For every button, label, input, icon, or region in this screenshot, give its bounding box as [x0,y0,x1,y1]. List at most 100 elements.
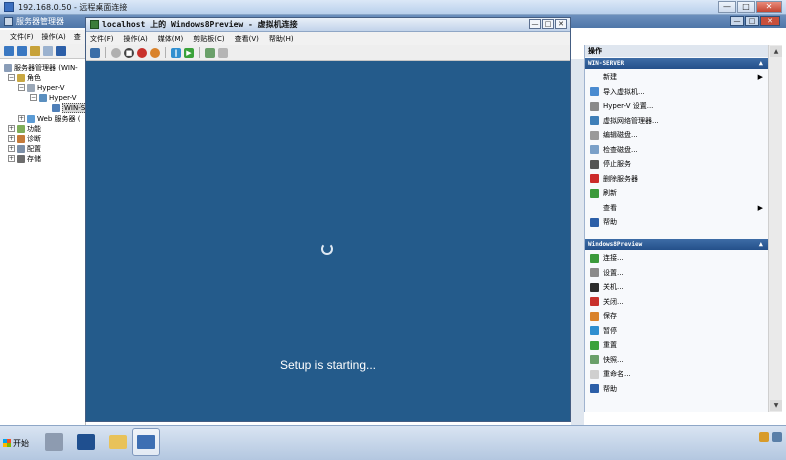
action-item[interactable]: 关闭... [585,295,769,309]
action-item[interactable]: 设置... [585,266,769,280]
expand-icon[interactable]: + [8,145,15,152]
action-item[interactable]: 重命名... [585,367,769,381]
sm-menu-action[interactable]: 操作(A) [42,32,66,42]
expand-icon[interactable]: + [8,155,15,162]
vm-display[interactable]: Setup is starting... [86,61,570,421]
tree-node-hyperv-manager[interactable]: − Hyper-V [30,93,77,102]
collapse-arrow-icon[interactable]: ▲ [759,58,763,69]
inspect-disk-icon [590,145,599,154]
tree-node-host[interactable]: WIN-S [52,102,88,113]
action-item[interactable]: 导入虚拟机... [585,85,769,99]
back-arrow-icon[interactable] [4,46,14,56]
collapse-icon[interactable]: − [30,94,37,101]
actions-header: 操作 [585,45,769,57]
action-item[interactable]: 虚拟网络管理器... [585,114,769,128]
expand-icon[interactable]: + [8,135,15,142]
action-item[interactable]: 连接... [585,251,769,265]
vm-close-button[interactable]: ✕ [555,19,567,29]
rdp-close-button[interactable]: ✕ [756,1,782,13]
tree-node-web[interactable]: + Web 服务器 ( [18,114,80,123]
action-item[interactable]: 帮助 [585,382,769,396]
sm-menu-file[interactable]: 文件(F) [10,32,34,42]
action-item[interactable]: 检查磁盘... [585,143,769,157]
action-item[interactable]: 刷新 [585,186,769,200]
actions-scrollbar[interactable]: ▲ ▼ [768,45,782,412]
tree-node-config[interactable]: + 配置 [8,144,41,153]
rdp-maximize-button[interactable]: □ [737,1,755,13]
start-button[interactable]: 开始 [3,431,37,455]
web-server-icon [27,114,35,123]
forward-arrow-icon[interactable] [17,46,27,56]
setup-status-text: Setup is starting... [279,358,377,372]
expand-icon[interactable]: + [18,115,25,122]
action-item[interactable]: 查看 ▶ [585,201,769,215]
collapse-arrow-icon[interactable]: ▲ [759,239,763,250]
actions-section-vm[interactable]: Windows8Preview ▲ [585,239,769,250]
action-item[interactable]: 关机... [585,280,769,294]
tree-node-diagnostics[interactable]: + 诊断 [8,134,41,143]
tree-node-features[interactable]: + 功能 [8,124,41,133]
reset-icon[interactable]: ▶ [184,47,194,58]
actions-section-server[interactable]: WIN-SERVER ▲ [585,58,769,69]
action-item[interactable]: 暂停 [585,324,769,338]
action-item[interactable]: 删除服务器 [585,172,769,186]
settings-icon [590,268,599,277]
rdp-window-controls: — □ ✕ [718,1,782,13]
action-item[interactable]: 重置 [585,338,769,352]
ctrl-alt-del-icon[interactable] [90,47,100,58]
collapse-icon[interactable]: − [8,74,15,81]
pane-splitter[interactable] [571,59,584,427]
sm-menu-view[interactable]: 查 [74,32,81,42]
scroll-up-icon[interactable]: ▲ [770,46,782,57]
vm-menu-file[interactable]: 文件(F) [90,34,114,44]
vm-menu-action[interactable]: 操作(A) [124,34,148,44]
vm-minimize-button[interactable]: — [529,19,541,29]
show-hide-tree-icon[interactable] [43,46,53,56]
action-item[interactable]: 保存 [585,309,769,323]
tray-flag-icon[interactable] [759,432,769,442]
sm-maximize-button[interactable]: □ [745,16,759,26]
help-icon[interactable] [56,46,66,56]
vm-menu-bar: 文件(F) 操作(A) 媒体(M) 剪贴板(C) 查看(V) 帮助(H) [86,32,570,45]
action-item[interactable]: Hyper-V 设置... [585,99,769,113]
diagnostics-icon [17,134,25,143]
sm-minimize-button[interactable]: — [730,16,744,26]
action-label: 虚拟网络管理器... [603,116,659,125]
collapse-icon[interactable]: − [18,84,25,91]
revert-icon[interactable] [218,47,228,58]
save-state-icon[interactable] [150,47,160,58]
shutdown-icon[interactable] [137,47,147,58]
pause-icon[interactable]: ‖ [171,47,181,58]
edit-disk-icon [590,130,599,140]
turnoff-icon[interactable]: ■ [124,47,134,58]
scroll-down-icon[interactable]: ▼ [770,400,782,411]
vm-menu-media[interactable]: 媒体(M) [158,34,184,44]
snapshot-icon[interactable] [205,47,215,58]
tree-node-storage[interactable]: + 存储 [8,154,41,163]
powershell-icon [77,434,95,450]
vm-menu-clipboard[interactable]: 剪贴板(C) [193,34,224,44]
up-folder-icon[interactable] [30,46,40,56]
rdp-minimize-button[interactable]: — [718,1,736,13]
start-icon[interactable] [111,47,121,58]
storage-icon [17,154,25,163]
tree-node-hyperv[interactable]: − Hyper-V [18,83,65,92]
server-icon [4,63,12,72]
taskbar-vm-connect[interactable] [132,428,160,456]
tray-network-icon[interactable] [772,432,782,442]
vm-maximize-button[interactable]: □ [542,19,554,29]
action-item[interactable]: 新建 ▶ [585,70,769,84]
taskbar-server-manager[interactable] [40,428,68,456]
vm-menu-help[interactable]: 帮助(H) [269,34,294,44]
vm-menu-view[interactable]: 查看(V) [235,34,259,44]
tree-node-roles[interactable]: − 角色 [8,73,41,82]
action-item[interactable]: 编辑磁盘... [585,128,769,142]
action-item[interactable]: 帮助 [585,215,769,229]
action-item[interactable]: 快照... [585,353,769,367]
sm-close-button[interactable]: ✕ [760,16,780,26]
tree-node-root[interactable]: 服务器管理器 (WIN- [4,63,78,72]
expand-icon[interactable]: + [8,125,15,132]
taskbar-explorer[interactable] [104,428,132,456]
taskbar-powershell[interactable] [72,428,100,456]
action-item[interactable]: 停止服务 [585,157,769,171]
